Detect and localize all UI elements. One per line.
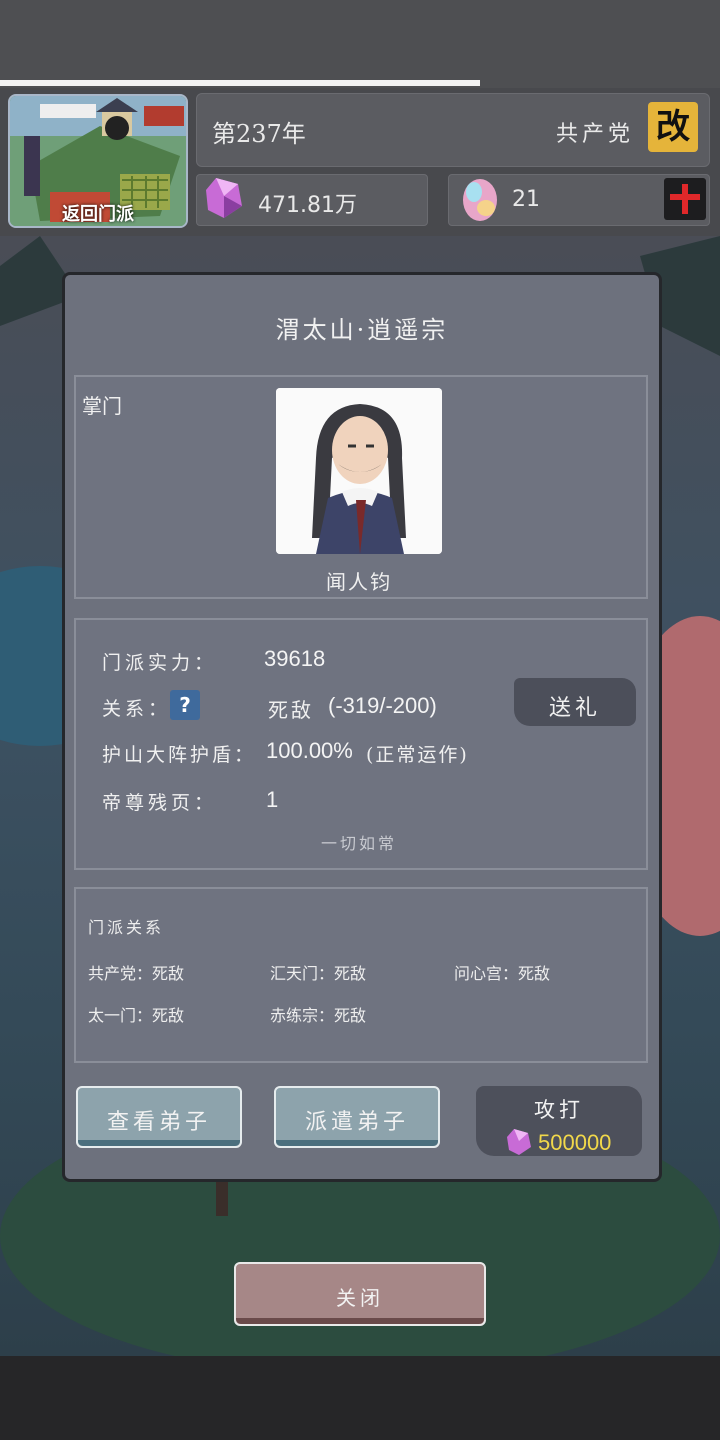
- leader-label: 掌门: [82, 394, 122, 418]
- spirit-stone-icon: [206, 178, 242, 218]
- relation-sect-name: 赤练宗: [270, 1006, 319, 1025]
- relation-status: 死敌: [152, 1006, 185, 1025]
- relation-item: 问心宫：死敌: [454, 964, 551, 983]
- power-label: 门派实力：: [102, 652, 218, 674]
- plus-icon: [670, 184, 700, 214]
- relation-sect-name: 汇天门: [270, 964, 319, 983]
- bottom-strip: [0, 1356, 720, 1440]
- relation-item: 赤练宗：死敌: [270, 1006, 367, 1025]
- send-disciples-button[interactable]: 派遣弟子: [274, 1086, 440, 1148]
- gem-amount: 21: [512, 187, 540, 212]
- relation-status: 死敌: [518, 964, 551, 983]
- shield-value: 100.00%: [266, 738, 353, 763]
- leader-avatar: [276, 388, 442, 554]
- leader-name: 闻人钧: [326, 570, 392, 594]
- progress-fill: [0, 80, 480, 86]
- player-faction-name: 共产党: [556, 122, 635, 147]
- emperor-pages-value: 1: [266, 787, 279, 812]
- relation-item: 汇天门：死敌: [270, 964, 367, 983]
- close-label: 关闭: [336, 1286, 384, 1310]
- attack-label: 攻打: [534, 1098, 584, 1122]
- gem-egg-icon: [463, 179, 497, 221]
- power-value: 39618: [264, 646, 326, 671]
- shield-status: (正常运作): [366, 744, 469, 766]
- button-shadow: [78, 1140, 240, 1146]
- spirit-stone-amount: 471.81万: [258, 193, 357, 218]
- close-button[interactable]: 关闭: [234, 1262, 486, 1326]
- relation-item: 共产党：死敌: [88, 964, 185, 983]
- relation-status: 死敌: [334, 1006, 367, 1025]
- relation-status: 死敌: [152, 964, 185, 983]
- relation-sect-name: 共产党: [88, 964, 137, 983]
- return-to-sect-label: 返回门派: [62, 204, 134, 225]
- relations-heading: 门派关系: [88, 918, 165, 937]
- shield-label: 护山大阵护盾：: [102, 744, 257, 766]
- send-disciples-label: 派遣弟子: [304, 1110, 409, 1135]
- top-bar: [0, 0, 720, 88]
- add-gems-button[interactable]: [664, 178, 706, 220]
- relation-sect-name: 问心宫: [454, 964, 503, 983]
- year-label: 第237年: [212, 120, 306, 148]
- rename-faction-button[interactable]: 改: [648, 102, 698, 152]
- attack-button[interactable]: 攻打 500000: [476, 1086, 642, 1156]
- status-note: 一切如常: [320, 834, 397, 853]
- emperor-pages-label: 帝尊残页：: [102, 792, 218, 814]
- return-to-sect-button[interactable]: 返回门派: [8, 94, 188, 228]
- relation-item: 太一门：死敌: [88, 1006, 185, 1025]
- button-shadow: [236, 1318, 484, 1324]
- relation-status: 死敌: [334, 964, 367, 983]
- relation-value: 死敌: [268, 698, 314, 722]
- attack-cost: 500000: [538, 1130, 612, 1155]
- relation-sect-name: 太一门: [88, 1006, 137, 1025]
- relation-help-icon[interactable]: ?: [170, 690, 200, 720]
- view-disciples-label: 查看弟子: [106, 1110, 211, 1135]
- send-gift-label: 送礼: [548, 696, 601, 721]
- dialog-title: 渭太山·逍遥宗: [275, 316, 449, 344]
- spirit-stone-icon: [507, 1129, 531, 1155]
- view-disciples-button[interactable]: 查看弟子: [76, 1086, 242, 1148]
- button-shadow: [276, 1140, 438, 1146]
- relation-score: (-319/-200): [328, 693, 437, 718]
- leader-portrait[interactable]: [276, 388, 442, 554]
- relation-label: 关系：: [102, 698, 172, 720]
